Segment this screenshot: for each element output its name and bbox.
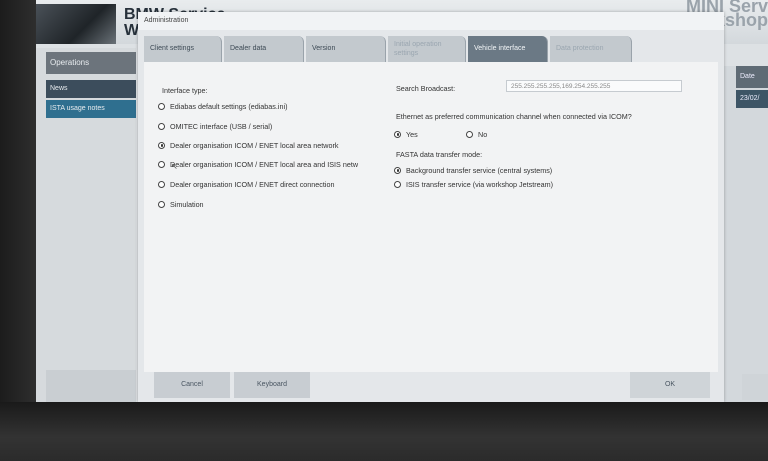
keyboard-button[interactable]: Keyboard <box>234 372 310 398</box>
interface-option-icom-lan[interactable]: Dealer organisation ICOM / ENET local ar… <box>158 139 338 151</box>
tab-initial-operation-line1: Initial operation <box>394 41 442 48</box>
interface-option-label: Dealer organisation ICOM / ENET direct c… <box>170 179 335 189</box>
radio-fasta-isis[interactable] <box>394 180 401 188</box>
radio-ethernet-no[interactable] <box>466 130 473 138</box>
administration-dialog: Administration Client settings Dealer da… <box>138 12 724 402</box>
interface-option-label: Simulation <box>170 199 204 209</box>
interface-option-omitec[interactable]: OMITEC interface (USB / serial) <box>158 120 272 132</box>
fasta-mode-label: FASTA data transfer mode: <box>396 150 483 159</box>
cancel-button[interactable]: Cancel <box>154 372 230 398</box>
ethernet-yes-label: Yes <box>406 129 418 139</box>
monitor-bezel-left <box>0 0 36 461</box>
interface-option-ediabas[interactable]: Ediabas default settings (ediabas.ini) <box>158 100 287 112</box>
interface-option-label: Dealer organisation ICOM / ENET local ar… <box>170 140 339 150</box>
search-broadcast-input[interactable]: 255.255.255.255,169.254.255.255 <box>506 80 682 92</box>
interface-type-label: Interface type: <box>162 86 208 95</box>
ethernet-preference-label: Ethernet as preferred communication chan… <box>396 112 632 121</box>
nav-ista-usage-notes[interactable]: ISTA usage notes <box>46 100 136 118</box>
nav-news[interactable]: News <box>46 80 136 98</box>
dialog-title: Administration <box>144 17 189 24</box>
dialog-titlebar: Administration <box>138 12 724 30</box>
interface-option-label: Dealer organisation ICOM / ENET local ar… <box>170 159 359 169</box>
radio-ethernet-yes[interactable] <box>394 130 401 138</box>
tab-client-settings[interactable]: Client settings <box>144 36 222 62</box>
right-date-value[interactable]: 23/02/ <box>736 90 768 108</box>
interface-option-icom-direct[interactable]: Dealer organisation ICOM / ENET direct c… <box>158 178 334 190</box>
radio-icom-direct[interactable] <box>158 180 165 188</box>
radio-ediabas[interactable] <box>158 102 165 110</box>
right-bottom-button[interactable] <box>742 374 768 400</box>
fasta-option-background[interactable]: Background transfer service (central sys… <box>394 164 552 176</box>
monitor-bezel-bottom <box>0 402 768 461</box>
radio-icom-lan-isis[interactable] <box>158 160 165 168</box>
fasta-option-isis[interactable]: ISIS transfer service (via workshop Jets… <box>394 178 553 190</box>
radio-omitec[interactable] <box>158 122 165 130</box>
radio-simulation[interactable] <box>158 200 165 208</box>
fasta-option-label: ISIS transfer service (via workshop Jets… <box>406 179 553 189</box>
search-broadcast-label: Search Broadcast: <box>396 84 456 93</box>
tab-vehicle-interface[interactable]: Vehicle interface <box>468 36 548 62</box>
interface-option-simulation[interactable]: Simulation <box>158 198 204 210</box>
interface-option-icom-lan-isis[interactable]: Dealer organisation ICOM / ENET local ar… <box>158 158 358 170</box>
interface-option-label: OMITEC interface (USB / serial) <box>170 121 273 131</box>
fasta-option-label: Background transfer service (central sys… <box>406 165 553 175</box>
screen: BMW Service W MINI Serv kshop Operations… <box>36 0 768 402</box>
car-image <box>36 4 116 44</box>
ethernet-yes-option[interactable]: Yes <box>394 128 418 140</box>
right-date-header: Date <box>736 66 768 88</box>
mouse-cursor-icon: ↖ <box>171 162 178 171</box>
tab-version[interactable]: Version <box>306 36 386 62</box>
radio-fasta-background[interactable] <box>394 166 401 174</box>
ethernet-no-option[interactable]: No <box>466 128 487 140</box>
ethernet-no-label: No <box>478 129 488 139</box>
tab-initial-operation-line2: settings <box>394 50 419 57</box>
radio-icom-lan[interactable] <box>158 141 165 149</box>
tab-initial-operation-settings[interactable]: Initial operation settings <box>388 36 466 62</box>
tab-bar: Client settings Dealer data Version Init… <box>144 36 724 62</box>
interface-option-label: Ediabas default settings (ediabas.ini) <box>170 101 288 111</box>
tab-dealer-data[interactable]: Dealer data <box>224 36 304 62</box>
right-panel <box>724 66 768 402</box>
vehicle-interface-panel: Interface type: Ediabas default settings… <box>144 62 718 372</box>
tab-data-protection[interactable]: Data protection <box>550 36 632 62</box>
nav-operations[interactable]: Operations <box>46 52 136 74</box>
ok-button[interactable]: OK <box>630 372 710 398</box>
brand-title-line2: W <box>124 22 140 39</box>
nav-bottom-button[interactable] <box>46 370 136 402</box>
